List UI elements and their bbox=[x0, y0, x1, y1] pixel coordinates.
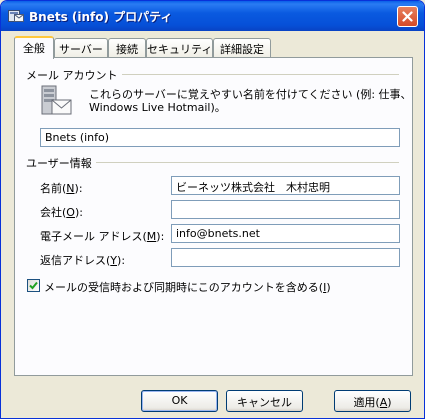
close-icon bbox=[402, 11, 413, 22]
tab-advanced[interactable]: 詳細設定 bbox=[213, 38, 271, 57]
tab-security-label: セキュリティ bbox=[147, 43, 213, 56]
tab-connection[interactable]: 接続 bbox=[108, 38, 146, 57]
include-account-checkbox[interactable] bbox=[27, 279, 40, 292]
title-bar[interactable]: Bnets (info) プロパティ bbox=[1, 1, 424, 31]
tab-security[interactable]: セキュリティ bbox=[146, 38, 213, 57]
mail-server-icon bbox=[39, 84, 73, 118]
reply-address-label: 返信アドレス(Y): bbox=[40, 254, 126, 267]
reply-address-input[interactable] bbox=[171, 248, 400, 267]
ok-button[interactable]: OK bbox=[141, 390, 218, 412]
general-tab-panel: メール アカウント これらのサーバーに覚えやすい名前を付けてください (例: 仕… bbox=[14, 57, 413, 376]
include-account-label[interactable]: メールの受信時および同期時にこのアカウントを含める(I) bbox=[44, 279, 331, 295]
checkmark-icon bbox=[29, 281, 38, 290]
apply-button[interactable]: 適用(A) bbox=[334, 390, 411, 412]
tab-servers-label: サーバー bbox=[59, 43, 103, 56]
company-input[interactable] bbox=[171, 200, 400, 219]
user-info-group-label: ユーザー情報 bbox=[26, 155, 96, 171]
name-input[interactable]: ビーネッツ株式会社 木村忠明 bbox=[171, 176, 400, 195]
email-address-label: 電子メール アドレス(M): bbox=[40, 230, 165, 243]
account-name-input[interactable]: Bnets (info) bbox=[40, 128, 400, 147]
name-label: 名前(N): bbox=[40, 182, 83, 195]
tab-advanced-label: 詳細設定 bbox=[220, 43, 264, 56]
mail-account-icon bbox=[8, 9, 24, 23]
company-label: 会社(O): bbox=[40, 206, 83, 219]
tab-general-label: 全般 bbox=[23, 42, 45, 55]
divider bbox=[103, 74, 399, 75]
mail-account-group-label: メール アカウント bbox=[26, 67, 122, 83]
cancel-button[interactable]: キャンセル bbox=[226, 390, 303, 412]
tab-general[interactable]: 全般 bbox=[14, 36, 54, 59]
tab-servers[interactable]: サーバー bbox=[54, 38, 108, 57]
window-title: Bnets (info) プロパティ bbox=[29, 10, 173, 24]
properties-dialog: Bnets (info) プロパティ 全般 サーバー 接続 セキュリティ 詳細設… bbox=[0, 0, 425, 419]
mail-account-description-line2: Windows Live Hotmail)。 bbox=[89, 101, 226, 114]
close-button[interactable] bbox=[397, 6, 418, 27]
divider bbox=[95, 162, 399, 163]
email-address-input[interactable]: info@bnets.net bbox=[171, 224, 400, 243]
tab-connection-label: 接続 bbox=[116, 43, 138, 56]
